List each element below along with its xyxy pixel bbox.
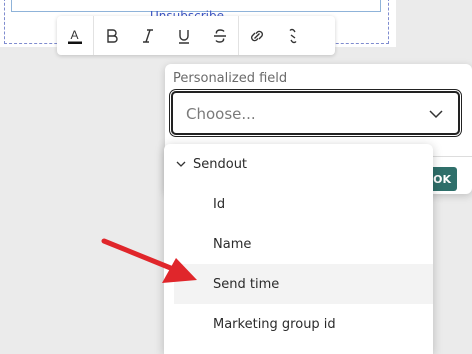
- formatting-toolbar: A: [57, 16, 335, 55]
- unlink-button[interactable]: [275, 16, 311, 55]
- dropdown-item-send-time[interactable]: Send time: [174, 264, 433, 304]
- dropdown-group-sendout[interactable]: Sendout: [164, 144, 433, 184]
- dropdown-group-label: Sendout: [193, 156, 248, 172]
- link-icon: [251, 30, 263, 41]
- underline-icon: [179, 29, 189, 44]
- chevron-down-icon: [429, 110, 443, 119]
- dropdown-item-name[interactable]: Name: [174, 224, 433, 264]
- bold-button[interactable]: [94, 16, 130, 55]
- italic-icon: [143, 28, 153, 43]
- canvas-partial-text: Unsubscribe: [150, 9, 224, 16]
- unlink-icon: [289, 28, 297, 43]
- field-select-placeholder: Choose...: [186, 105, 256, 123]
- svg-text:A: A: [71, 28, 79, 42]
- dropdown-item-id[interactable]: Id: [174, 184, 433, 224]
- chevron-down-icon: [176, 161, 186, 167]
- field-select[interactable]: Choose...: [171, 91, 460, 135]
- strikethrough-button[interactable]: [202, 16, 238, 55]
- dropdown-item-marketing-group-id[interactable]: Marketing group id: [174, 304, 433, 344]
- underline-button[interactable]: [166, 16, 202, 55]
- link-button[interactable]: [239, 16, 275, 55]
- text-color-icon: A: [68, 28, 82, 44]
- bold-icon: [107, 28, 118, 43]
- text-color-button[interactable]: A: [57, 16, 93, 55]
- personalized-field-label: Personalized field: [173, 71, 288, 86]
- italic-button[interactable]: [130, 16, 166, 55]
- field-dropdown-list: Sendout Id Name Send time Marketing grou…: [164, 144, 433, 354]
- strikethrough-icon: [214, 28, 226, 43]
